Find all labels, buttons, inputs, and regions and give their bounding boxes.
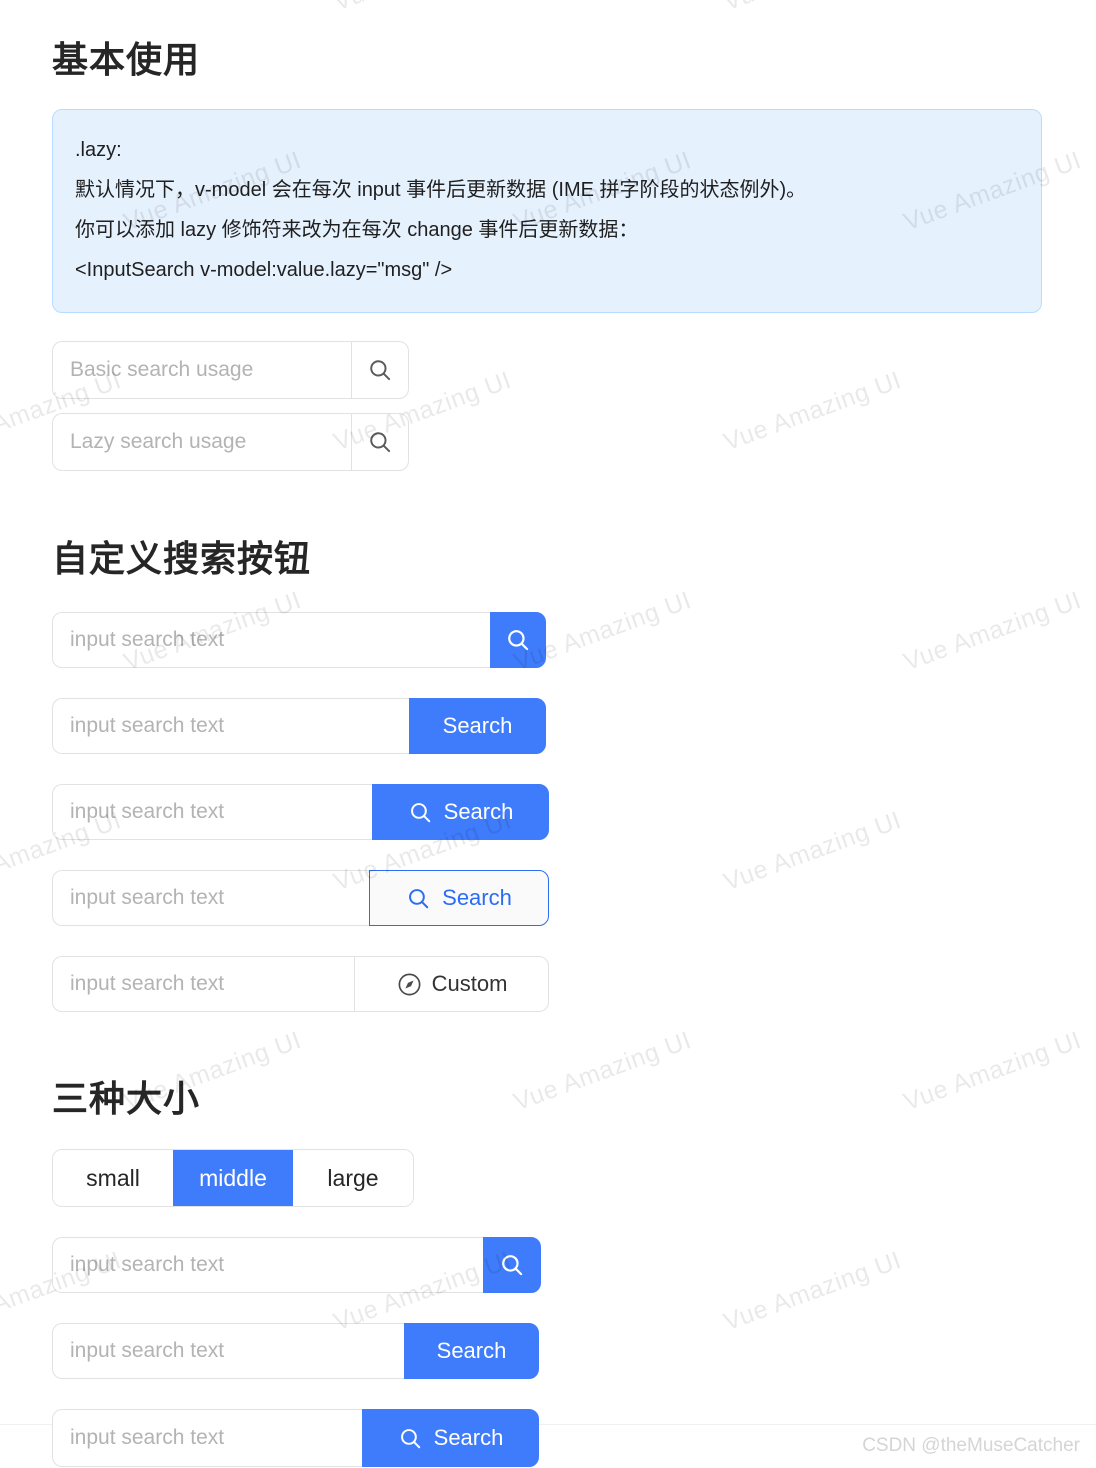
search-input-text-button-placeholder: input search text — [70, 714, 225, 737]
search-group-lazy[interactable]: Lazy search usage — [52, 413, 409, 471]
section-title-custom: 自定义搜索按钮 — [52, 538, 312, 579]
search-group-text-button[interactable]: input search text Search — [52, 698, 546, 754]
page-content: 基本使用 .lazy: 默认情况下，v-model 会在每次 input 事件后… — [0, 0, 1096, 1467]
size-option-middle[interactable]: middle — [173, 1150, 293, 1206]
search-group-custom-button[interactable]: input search text Custom — [52, 956, 549, 1012]
search-icon — [505, 627, 531, 653]
search-group-size-middle[interactable]: input search text Search — [52, 1323, 539, 1379]
custom-button-label: Custom — [431, 971, 508, 996]
compass-icon — [396, 971, 423, 998]
search-input-outline-button-placeholder: input search text — [70, 886, 225, 909]
search-input-icon-button-placeholder: input search text — [70, 628, 225, 651]
search-input-size-middle[interactable]: input search text — [52, 1323, 404, 1379]
search-button-label: Search — [442, 713, 513, 738]
search-input-size-middle-placeholder: input search text — [70, 1339, 225, 1362]
search-button-lazy[interactable] — [351, 413, 409, 471]
search-input-custom-button-placeholder: input search text — [70, 972, 225, 995]
search-input-lazy[interactable]: Lazy search usage — [52, 413, 351, 471]
search-button-text-only[interactable]: Search — [409, 698, 546, 754]
search-input-text-button[interactable]: input search text — [52, 698, 409, 754]
search-button-outline[interactable]: Search — [369, 870, 549, 926]
search-group-basic[interactable]: Basic search usage — [52, 341, 409, 399]
search-icon — [367, 429, 393, 455]
search-button-label: Search — [433, 1425, 504, 1450]
search-button-label: Search — [443, 799, 514, 824]
search-button-size-middle[interactable]: Search — [404, 1323, 539, 1379]
alert-line-1: .lazy: — [75, 139, 122, 161]
search-group-icon-text-button[interactable]: input search text Search — [52, 784, 549, 840]
search-input-size-small-placeholder: input search text — [70, 1253, 225, 1276]
search-icon — [398, 1426, 423, 1451]
csdn-watermark: CSDN @theMuseCatcher — [862, 1435, 1080, 1456]
search-group-size-small[interactable]: input search text — [52, 1237, 541, 1293]
search-input-icon-text-button[interactable]: input search text — [52, 784, 372, 840]
alert-line-4: <InputSearch v-model:value.lazy="msg" /> — [75, 259, 453, 281]
search-input-lazy-placeholder: Lazy search usage — [70, 430, 247, 453]
search-button-size-small[interactable] — [483, 1237, 541, 1293]
search-button-basic[interactable] — [351, 341, 409, 399]
search-button-icon-text[interactable]: Search — [372, 784, 549, 840]
search-icon — [499, 1252, 525, 1278]
search-group-size-large[interactable]: input search text Search — [52, 1409, 539, 1467]
search-input-custom-button[interactable]: input search text — [52, 956, 354, 1012]
search-button-label: Search — [442, 885, 512, 910]
search-group-icon-button[interactable]: input search text — [52, 612, 546, 668]
alert-line-2: 默认情况下，v-model 会在每次 input 事件后更新数据 (IME 拼字… — [75, 179, 807, 201]
search-input-outline-button[interactable]: input search text — [52, 870, 369, 926]
search-input-icon-button[interactable]: input search text — [52, 612, 490, 668]
size-radio-group[interactable]: small middle large — [52, 1149, 414, 1207]
search-input-icon-text-button-placeholder: input search text — [70, 800, 225, 823]
search-button-label: Search — [436, 1338, 507, 1363]
search-input-size-large-placeholder: input search text — [70, 1426, 225, 1449]
alert-line-3: 你可以添加 lazy 修饰符来改为在每次 change 事件后更新数据： — [75, 219, 639, 241]
custom-button[interactable]: Custom — [354, 956, 549, 1012]
section-title-basic: 基本使用 — [52, 39, 201, 80]
section-title-sizes: 三种大小 — [52, 1078, 201, 1119]
search-icon — [367, 357, 393, 383]
search-icon — [408, 800, 433, 825]
search-input-basic-placeholder: Basic search usage — [70, 358, 254, 381]
size-option-large[interactable]: large — [293, 1150, 413, 1206]
search-group-outline-button[interactable]: input search text Search — [52, 870, 549, 926]
search-input-basic[interactable]: Basic search usage — [52, 341, 351, 399]
lazy-info-alert: .lazy: 默认情况下，v-model 会在每次 input 事件后更新数据 … — [52, 109, 1042, 313]
search-input-size-small[interactable]: input search text — [52, 1237, 483, 1293]
search-button-icon-only[interactable] — [490, 612, 546, 668]
search-button-size-large[interactable]: Search — [362, 1409, 539, 1467]
search-input-size-large[interactable]: input search text — [52, 1409, 362, 1467]
search-icon — [406, 886, 431, 911]
size-option-small[interactable]: small — [53, 1150, 173, 1206]
